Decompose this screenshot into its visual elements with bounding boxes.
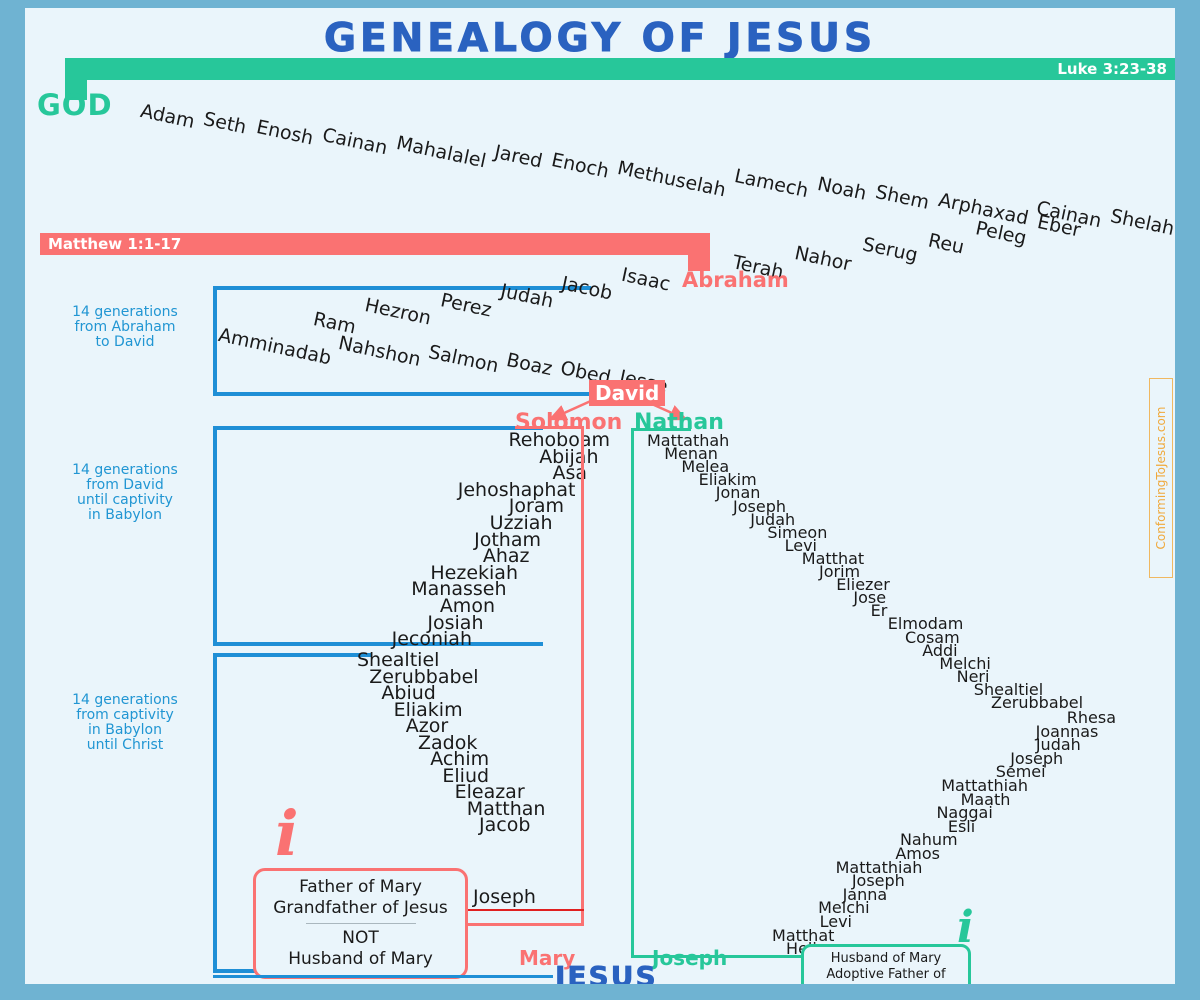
diagram-canvas: Genealogy of Jesus Luke 3:23-38 GOD Adam…	[25, 8, 1175, 984]
luke-ancestor-name: Er	[870, 601, 888, 621]
jesus-label: JESUS	[555, 960, 658, 984]
luke-ancestor-name: Seth	[201, 108, 249, 139]
luke-ancestor-name: Enoch	[549, 148, 611, 183]
god-label: GOD	[37, 88, 113, 122]
luke-joseph-label: Joseph	[652, 946, 728, 970]
luke-ancestor-name: Enosh	[253, 116, 315, 150]
generation-label-2: 14 generations from David until captivit…	[72, 462, 178, 523]
page-title: Genealogy of Jesus	[323, 16, 877, 62]
joseph-adoptive-note: Husband of Mary Adoptive Father of Jesus	[801, 944, 971, 984]
mary-father-note: Father of Mary Grandfather of Jesus NOT …	[253, 868, 468, 979]
luke-ancestor-name: Methuselah	[615, 156, 729, 202]
screenshot-frame: Genealogy of Jesus Luke 3:23-38 GOD Adam…	[0, 0, 1200, 1000]
luke-reference-label: Luke 3:23-38	[1057, 60, 1167, 78]
luke-ancestor-name: Shelah	[1108, 205, 1175, 241]
luke-ancestor-name: Mahalalel	[394, 132, 488, 173]
generation-label-3: 14 generations from captivity in Babylon…	[72, 692, 178, 753]
watermark-text: ConformingToJesus.com	[1154, 406, 1168, 550]
matthew-ancestor-name: Jeconiah	[391, 628, 472, 651]
luke-line-spine	[631, 428, 634, 958]
matthew-joseph-label: Joseph	[473, 886, 536, 908]
luke-ancestor-name: Reu	[926, 229, 967, 259]
luke-ancestor-name: Jared	[492, 140, 545, 173]
luke-ancestor-name: Cainan	[320, 124, 390, 160]
note-divider	[305, 923, 416, 924]
jesus-connector-line	[213, 975, 553, 978]
watermark: ConformingToJesus.com	[1149, 378, 1173, 578]
luke-ancestor-name: Serug	[860, 233, 920, 267]
joseph-mary-connector	[468, 909, 584, 911]
info-icon-red: i	[275, 797, 299, 870]
luke-banner: Luke 3:23-38	[65, 58, 1175, 80]
matthew-ancestor-name: Isaac	[619, 263, 673, 296]
generation-label-1: 14 generations from Abraham to David	[72, 304, 178, 350]
luke-ancestor-name: Lamech	[732, 164, 811, 202]
luke-ancestor-name: Noah	[815, 172, 869, 205]
luke-ancestor-name: Nahor	[792, 241, 854, 276]
abraham-label: Abraham	[682, 268, 789, 292]
matthew-banner: Matthew 1:1-17	[40, 233, 710, 255]
matthew-line-top	[515, 426, 583, 429]
luke-ancestor-name: Adam	[138, 100, 197, 133]
luke-ancestor-name: Shem	[873, 181, 932, 214]
matthew-reference-label: Matthew 1:1-17	[48, 235, 182, 253]
matthew-line-spine	[581, 426, 584, 926]
matthew-ancestor-name: Jacob	[479, 814, 531, 836]
matthew-banner-stem	[688, 233, 710, 271]
